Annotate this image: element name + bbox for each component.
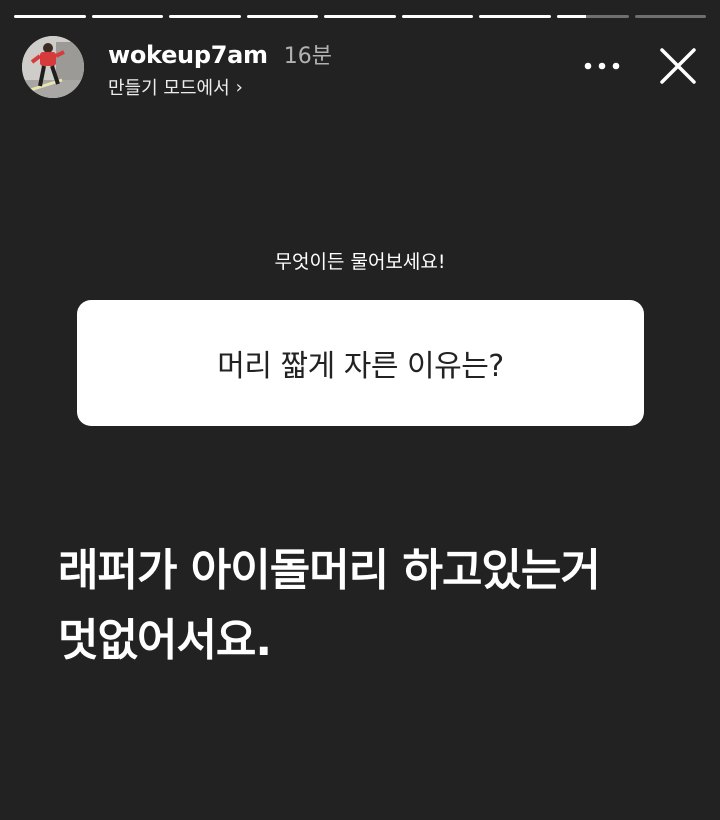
story-progress-segment — [169, 15, 241, 18]
story-progress-segment — [634, 15, 707, 18]
question-sticker-prompt: 무엇이든 물어보세요! — [274, 251, 446, 273]
story-progress-fill — [401, 15, 474, 18]
story-progress-segment — [246, 15, 319, 18]
story-progress-segment — [14, 15, 86, 18]
answer-line-1: 래퍼가 아이돌머리 하고있는거 — [58, 545, 601, 596]
story-progress-fill — [479, 15, 551, 18]
story-progress-segment — [479, 15, 551, 18]
chevron-right-icon: › — [235, 76, 243, 98]
user-info: wokeup7am 16분 만들기 모드에서 › — [108, 38, 332, 100]
story-progress-fill — [556, 15, 586, 18]
avatar-photo — [22, 36, 84, 98]
avatar[interactable] — [22, 36, 84, 98]
answer-line-2: 멋없어서요. — [58, 615, 272, 666]
story-progress-segment — [401, 15, 474, 18]
story-progress-bar — [14, 15, 707, 18]
story-progress-fill — [169, 15, 241, 18]
story-progress-fill — [246, 15, 319, 18]
close-button[interactable] — [654, 42, 702, 90]
story-progress-fill — [14, 15, 86, 18]
username[interactable]: wokeup7am — [108, 41, 268, 69]
post-time: 16분 — [283, 44, 332, 69]
answer-text: 래퍼가 아이돌머리 하고있는거 멋없어서요. — [58, 536, 678, 676]
question-text: 머리 짧게 자른 이유는? — [217, 349, 504, 384]
create-mode-label: 만들기 모드에서 — [108, 78, 230, 99]
more-dots-icon — [584, 62, 620, 70]
question-sticker[interactable]: 머리 짧게 자른 이유는? — [77, 300, 644, 426]
story-progress-segment — [91, 15, 164, 18]
story-header: wokeup7am 16분 만들기 모드에서 › — [22, 36, 702, 100]
more-options-button[interactable] — [582, 46, 622, 86]
close-icon — [660, 48, 696, 84]
create-mode-link[interactable]: 만들기 모드에서 › — [108, 74, 332, 100]
story-progress-segment — [556, 15, 629, 18]
story-progress-segment — [324, 15, 396, 18]
story-progress-fill — [91, 15, 164, 18]
story-progress-fill — [324, 15, 396, 18]
